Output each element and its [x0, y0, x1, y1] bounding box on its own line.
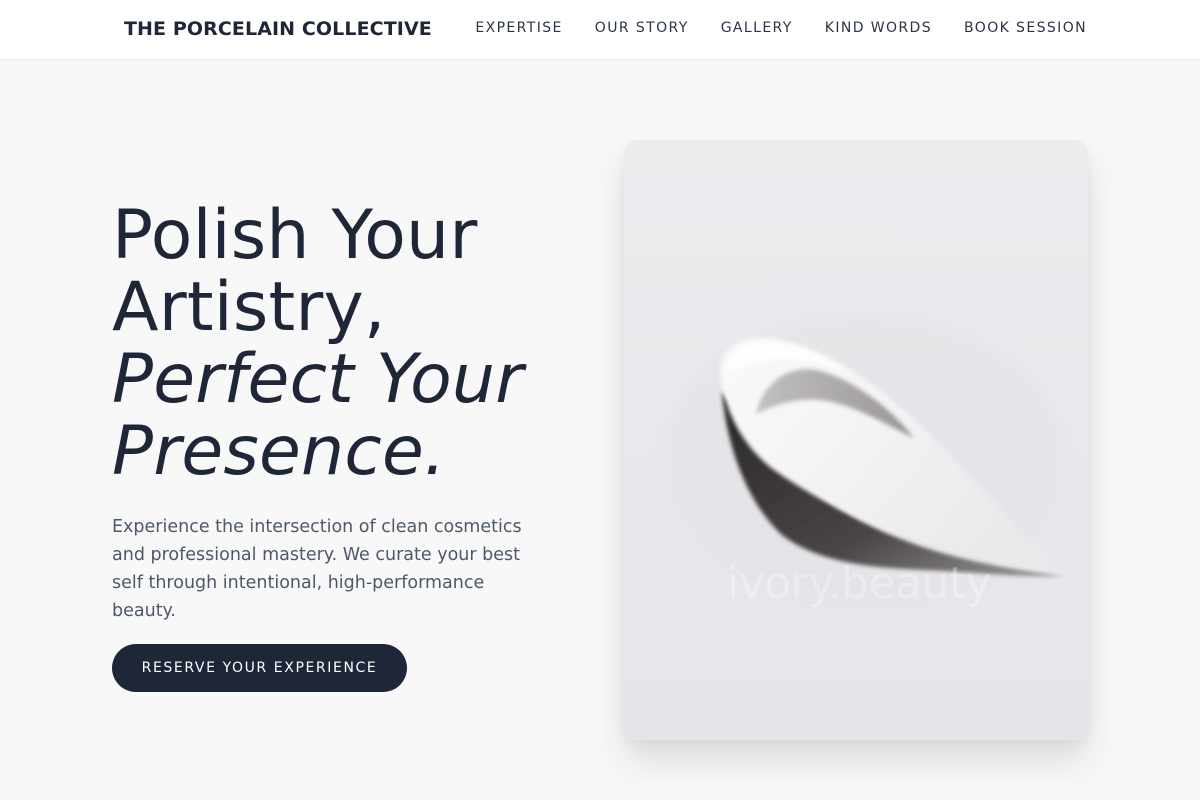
- cream-swatch-illustration: [664, 310, 1064, 610]
- hero-heading-line-2: Artistry,: [112, 268, 386, 347]
- hero-heading-line-3: Perfect Your: [112, 340, 524, 419]
- brand-logo[interactable]: THE PORCELAIN COLLECTIVE: [124, 18, 432, 40]
- hero-heading-line-4: Presence.: [112, 412, 446, 491]
- top-navigation-bar: THE PORCELAIN COLLECTIVE EXPERTISE OUR S…: [0, 0, 1200, 60]
- nav-link-gallery[interactable]: GALLERY: [721, 20, 793, 36]
- main-nav: EXPERTISE OUR STORY GALLERY KIND WORDS B…: [475, 20, 1087, 36]
- nav-link-expertise[interactable]: EXPERTISE: [475, 20, 562, 36]
- image-watermark: ivory.beauty: [727, 558, 992, 609]
- nav-link-book-session[interactable]: BOOK SESSION: [964, 20, 1087, 36]
- hero-description: Experience the intersection of clean cos…: [112, 517, 522, 621]
- nav-link-kind-words[interactable]: KIND WORDS: [825, 20, 932, 36]
- reserve-experience-button[interactable]: RESERVE YOUR EXPERIENCE: [112, 644, 407, 692]
- hero-heading: Polish Your Artistry, Perfect Your Prese…: [112, 200, 592, 488]
- hero-product-image: ivory.beauty: [624, 140, 1088, 740]
- nav-link-our-story[interactable]: OUR STORY: [595, 20, 689, 36]
- hero-heading-line-1: Polish Your: [112, 196, 478, 275]
